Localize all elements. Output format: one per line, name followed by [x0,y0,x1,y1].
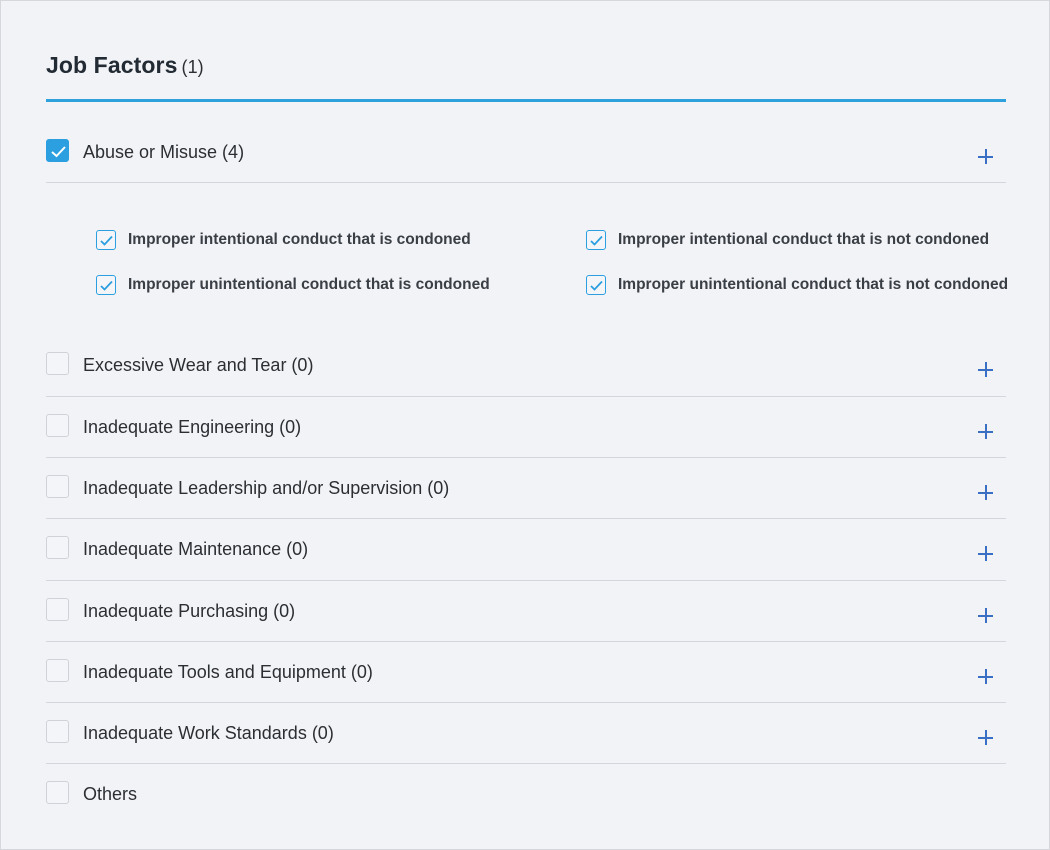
factor-label-others: Others [83,784,138,804]
subfactor-checkbox-unintentional-condoned[interactable] [96,275,116,295]
plus-icon[interactable] [978,149,994,165]
factor-label-abuse-or-misuse: Abuse or Misuse (4) [83,142,245,162]
plus-icon[interactable] [978,424,994,440]
section-title: Job Factors (1) [46,52,204,79]
factor-row-inadequate-tools-and-equipment: Inadequate Tools and Equipment (0) [46,642,1006,703]
plus-icon[interactable] [978,730,994,746]
plus-icon[interactable] [978,362,994,378]
factor-row-excessive-wear-and-tear: Excessive Wear and Tear (0) [46,335,1006,397]
factor-row-inadequate-engineering: Inadequate Engineering (0) [46,397,1006,458]
factor-label-inadequate-tools-and-equipment: Inadequate Tools and Equipment (0) [83,662,373,682]
plus-icon[interactable] [978,608,994,624]
factor-checkbox-inadequate-leadership[interactable] [46,475,69,498]
factor-label-inadequate-maintenance: Inadequate Maintenance (0) [83,539,309,559]
section-title-text: Job Factors [46,52,178,78]
subfactor-label-intentional-not-condoned: Improper intentional conduct that is not… [618,231,990,248]
factor-label-inadequate-engineering: Inadequate Engineering (0) [83,417,302,437]
check-icon [100,280,113,291]
subfactor-label-intentional-condoned: Improper intentional conduct that is con… [128,231,471,248]
factor-row-inadequate-maintenance: Inadequate Maintenance (0) [46,519,1006,581]
plus-icon[interactable] [978,485,994,501]
subfactor-checkbox-intentional-not-condoned[interactable] [586,230,606,250]
factor-checkbox-inadequate-tools-and-equipment[interactable] [46,659,69,682]
factor-row-inadequate-purchasing: Inadequate Purchasing (0) [46,581,1006,642]
factor-label-inadequate-purchasing: Inadequate Purchasing (0) [83,601,296,621]
subfactor-label-unintentional-not-condoned: Improper unintentional conduct that is n… [618,276,1009,293]
check-icon [51,146,66,158]
factor-checkbox-inadequate-work-standards[interactable] [46,720,69,743]
plus-icon[interactable] [978,546,994,562]
section-header: Job Factors (1) [46,1,1006,102]
factor-checkbox-inadequate-engineering[interactable] [46,414,69,437]
check-icon [590,280,603,291]
factor-checkbox-others[interactable] [46,781,69,804]
factor-row-others: Others [46,764,1006,824]
section-count: (1) [181,57,204,77]
check-icon [590,235,603,246]
job-factors-content: Job Factors (1) Abuse or Misuse (4) Impro… [46,1,1009,824]
factor-label-inadequate-work-standards: Inadequate Work Standards (0) [83,723,334,743]
factor-checkbox-abuse-or-misuse[interactable] [46,139,69,162]
factor-checkbox-inadequate-purchasing[interactable] [46,598,69,621]
factor-label-excessive-wear-and-tear: Excessive Wear and Tear (0) [83,355,314,375]
factor-label-inadequate-leadership: Inadequate Leadership and/or Supervision… [83,478,450,498]
factor-row-inadequate-work-standards: Inadequate Work Standards (0) [46,703,1006,764]
factor-row-inadequate-leadership: Inadequate Leadership and/or Supervision… [46,458,1006,519]
factor-checkbox-inadequate-maintenance[interactable] [46,536,69,559]
subfactor-checkbox-intentional-condoned[interactable] [96,230,116,250]
abuse-subfactors-panel: Improper intentional conduct that is con… [46,183,1009,335]
factor-checkbox-excessive-wear-and-tear[interactable] [46,352,69,375]
subfactor-label-unintentional-condoned: Improper unintentional conduct that is c… [128,276,490,293]
subfactor-checkbox-unintentional-not-condoned[interactable] [586,275,606,295]
check-icon [100,235,113,246]
factor-row-abuse-or-misuse: Abuse or Misuse (4) [46,102,1006,183]
plus-icon[interactable] [978,669,994,685]
job-factors-panel: Job Factors (1) Abuse or Misuse (4) Impro… [0,0,1050,850]
